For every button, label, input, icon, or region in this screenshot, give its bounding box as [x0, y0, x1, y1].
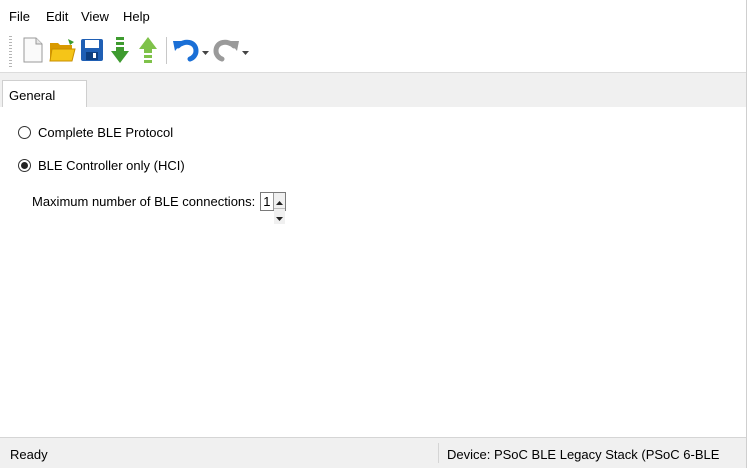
save-icon — [80, 38, 104, 62]
arrow-down-icon — [276, 209, 284, 224]
redo-icon — [212, 38, 240, 62]
tab-general[interactable]: General — [2, 80, 87, 107]
menu-help[interactable]: Help — [123, 9, 150, 25]
app-window: File Edit View Help General Complete BLE… — [0, 0, 747, 468]
radio-button[interactable] — [18, 125, 31, 139]
import-icon — [110, 36, 130, 64]
tab-strip: General — [0, 72, 746, 108]
open-button[interactable] — [48, 34, 76, 66]
menu-edit[interactable]: Edit — [46, 9, 68, 25]
new-button[interactable] — [19, 34, 47, 66]
max-connections-label: Maximum number of BLE connections: — [32, 193, 256, 209]
max-connections-spinner[interactable]: 1 — [260, 191, 287, 224]
toolbar-grip[interactable] — [9, 36, 12, 68]
chevron-down-icon — [201, 43, 209, 58]
menu-bar: File Edit View Help — [0, 0, 746, 30]
open-folder-icon — [48, 37, 76, 63]
status-bar: Ready Device: PSoC BLE Legacy Stack (PSo… — [0, 437, 746, 468]
redo-dropdown[interactable] — [241, 46, 249, 55]
device-status-text: Device: PSoC BLE Legacy Stack (PSoC 6-BL… — [447, 447, 720, 462]
spinner-down-button[interactable] — [274, 207, 286, 224]
general-panel: Complete BLE Protocol BLE Controller onl… — [0, 107, 746, 437]
radio-complete-ble-label: Complete BLE Protocol — [38, 124, 174, 140]
status-text: Ready — [10, 447, 48, 462]
status-separator — [438, 443, 439, 463]
radio-controller-only[interactable]: BLE Controller only (HCI) — [18, 156, 185, 174]
menu-file[interactable]: File — [9, 9, 30, 25]
spinner-up-button[interactable] — [274, 192, 286, 208]
menu-view[interactable]: View — [81, 9, 109, 25]
undo-button[interactable] — [172, 34, 200, 66]
redo-button[interactable] — [212, 34, 240, 66]
max-connections-value[interactable]: 1 — [261, 193, 273, 210]
max-connections-row: Maximum number of BLE connections: 1 — [32, 190, 287, 224]
toolbar — [0, 30, 746, 72]
import-button[interactable] — [106, 34, 134, 66]
export-icon — [138, 36, 158, 64]
export-button[interactable] — [134, 34, 162, 66]
radio-complete-ble[interactable]: Complete BLE Protocol — [18, 123, 173, 141]
radio-controller-only-label: BLE Controller only (HCI) — [38, 157, 185, 173]
spinner-buttons — [273, 192, 286, 224]
save-button[interactable] — [78, 34, 106, 66]
new-document-icon — [23, 37, 43, 63]
undo-icon — [172, 38, 200, 62]
toolbar-separator — [166, 37, 167, 64]
chevron-down-icon — [241, 43, 249, 58]
undo-dropdown[interactable] — [201, 46, 209, 55]
arrow-up-icon — [276, 193, 284, 208]
radio-button-selected[interactable] — [18, 158, 31, 172]
tab-general-label: General — [9, 88, 56, 103]
